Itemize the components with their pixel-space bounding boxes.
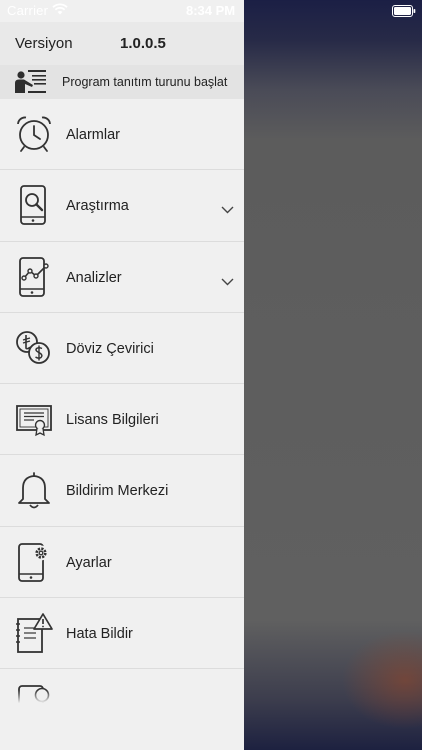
menu-list: Alarmlar Araştırma Analizler Döviz Çevir… xyxy=(0,99,244,725)
report-error-icon xyxy=(14,612,54,654)
phone-settings-icon xyxy=(14,541,54,583)
version-value: 1.0.0.5 xyxy=(120,35,166,52)
menu-item-currency-converter[interactable]: Döviz Çevirici xyxy=(0,313,244,385)
menu-item-settings[interactable]: Ayarlar xyxy=(0,527,244,599)
menu-item-label: Lisans Bilgileri xyxy=(66,412,159,429)
menu-item-label: Alarmlar xyxy=(66,127,120,143)
menu-item-alarms[interactable]: Alarmlar xyxy=(0,99,244,171)
menu-item-label: Döviz Çevirici xyxy=(66,340,154,357)
status-bar: Carrier 8:34 PM xyxy=(0,0,422,22)
menu-item-analyses[interactable]: Analizler xyxy=(0,242,244,313)
menu-item-research[interactable]: Araştırma xyxy=(0,170,244,242)
menu-item-label: Araştırma xyxy=(66,198,129,215)
battery-icon xyxy=(392,5,416,20)
certificate-icon xyxy=(14,398,54,440)
menu-item-label: Analizler xyxy=(66,269,122,286)
menu-item-license-info[interactable]: Lisans Bilgileri xyxy=(0,384,244,456)
menu-item-report-error[interactable]: Hata Bildir xyxy=(0,598,244,670)
chevron-down-icon[interactable] xyxy=(221,273,234,291)
version-label: Versiyon xyxy=(15,35,73,52)
alarm-clock-icon xyxy=(14,113,54,155)
currency-exchange-icon xyxy=(14,327,54,369)
phone-search-icon xyxy=(14,184,54,226)
carrier-label: Carrier xyxy=(7,3,49,18)
start-tour-label: Program tanıtım turunu başlat xyxy=(62,75,228,89)
clock-time: 8:34 PM xyxy=(186,3,236,18)
menu-item-label: Hata Bildir xyxy=(66,626,133,643)
scroll-fade xyxy=(0,690,244,750)
menu-item-notification-center[interactable]: Bildirim Merkezi xyxy=(0,455,244,527)
start-tour-button[interactable]: Program tanıtım turunu başlat xyxy=(0,65,244,99)
phone-chart-icon xyxy=(14,256,54,298)
chevron-down-icon[interactable] xyxy=(221,201,234,219)
wifi-icon xyxy=(52,3,68,18)
menu-item-label: Ayarlar xyxy=(66,554,112,571)
bell-icon xyxy=(14,469,54,511)
version-row: Versiyon 1.0.0.5 xyxy=(0,22,244,65)
presenter-icon xyxy=(14,69,48,100)
side-drawer: Versiyon 1.0.0.5 Program tanıtım turunu … xyxy=(0,0,244,750)
menu-item-label: Bildirim Merkezi xyxy=(66,483,169,500)
